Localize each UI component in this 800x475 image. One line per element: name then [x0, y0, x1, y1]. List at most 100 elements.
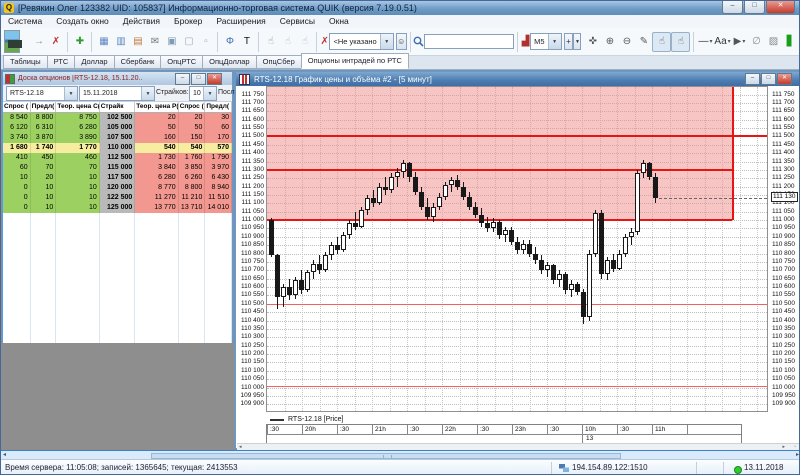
- price-cell[interactable]: 10: [30, 203, 57, 213]
- column-header[interactable]: Спрос (: [3, 102, 31, 112]
- price-cell[interactable]: 14 010: [205, 203, 232, 213]
- font-icon[interactable]: Aa ▾: [714, 33, 731, 51]
- price-cell[interactable]: 3 840: [135, 163, 179, 173]
- price-cell[interactable]: 450: [30, 153, 57, 163]
- price-cell[interactable]: 570: [205, 143, 232, 153]
- column-header[interactable]: Страйк: [100, 102, 136, 112]
- price-cell[interactable]: 20: [178, 113, 206, 123]
- chevron-down-icon[interactable]: ▼: [141, 87, 154, 100]
- price-cell[interactable]: 60: [3, 163, 31, 173]
- price-cell[interactable]: 3 890: [56, 133, 100, 143]
- hide-drawings-icon[interactable]: ∅: [748, 33, 765, 51]
- price-cell[interactable]: 11 210: [178, 193, 206, 203]
- price-cell[interactable]: 8 800: [30, 113, 57, 123]
- menu-расширения[interactable]: Расширения: [209, 15, 272, 28]
- price-cell[interactable]: 8 750: [56, 113, 100, 123]
- user-remove-icon[interactable]: ✗: [320, 33, 329, 51]
- table-row[interactable]: 1 680 1 740 1 770 110 000 540 540 570: [3, 143, 232, 153]
- calendar-window-icon[interactable]: ▦: [95, 33, 112, 51]
- chart-style-icon[interactable]: ▟: [521, 33, 530, 51]
- pan-icon[interactable]: ✜: [584, 33, 601, 51]
- close-button[interactable]: ✕: [766, 1, 795, 14]
- tab-таблицы[interactable]: Таблицы: [3, 55, 48, 69]
- price-cell[interactable]: 10: [56, 183, 100, 193]
- price-cell[interactable]: 8 540: [3, 113, 31, 123]
- menu-окна[interactable]: Окна: [322, 15, 356, 28]
- price-cell[interactable]: 0: [3, 203, 31, 213]
- options-board-titlebar[interactable]: Доска опционов [RTS-12.18, 15.11.20.. – …: [3, 72, 232, 85]
- hand-tilt-icon[interactable]: ☝: [279, 33, 296, 51]
- disconnect-icon[interactable]: ✗: [47, 33, 64, 51]
- table-row[interactable]: 410 450 460 112 500 1 730 1 760 1 790: [3, 153, 232, 163]
- timeframe-combo[interactable]: M5 ▼: [530, 33, 562, 50]
- tab-опцртс[interactable]: ОпцРТС: [160, 55, 204, 69]
- instrument-combo[interactable]: <Не указано ▼: [329, 33, 394, 50]
- price-cell[interactable]: 150: [178, 133, 206, 143]
- price-cell[interactable]: 6 280: [56, 123, 100, 133]
- price-cell[interactable]: 70: [30, 163, 57, 173]
- connect-icon[interactable]: →: [30, 33, 47, 51]
- minimize-button[interactable]: –: [745, 73, 760, 85]
- menu-сервисы[interactable]: Сервисы: [273, 15, 322, 28]
- text-tool-icon[interactable]: T: [238, 33, 255, 51]
- tab-опцдоллар[interactable]: ОпцДоллар: [202, 55, 257, 69]
- price-cell[interactable]: 1 680: [3, 143, 31, 153]
- tab-сбербанк[interactable]: Сбербанк: [113, 55, 162, 69]
- chevron-down-icon[interactable]: ▼: [547, 34, 561, 49]
- price-cell[interactable]: 8 940: [205, 183, 232, 193]
- strike-cell[interactable]: 107 500: [99, 133, 136, 143]
- price-cell[interactable]: 460: [56, 153, 100, 163]
- chevron-down-icon[interactable]: ▼: [64, 87, 77, 100]
- maximize-button[interactable]: □: [191, 73, 206, 85]
- price-cell[interactable]: 10: [3, 173, 31, 183]
- strike-cell[interactable]: 117 500: [99, 173, 136, 183]
- hand-up-icon[interactable]: ☝: [262, 33, 279, 51]
- price-cell[interactable]: 6 310: [30, 123, 57, 133]
- table-row[interactable]: 60 70 70 115 000 3 840 3 850 3 970: [3, 163, 232, 173]
- table-row[interactable]: 10 20 10 117 500 6 280 6 260 6 430: [3, 173, 232, 183]
- price-cell[interactable]: 60: [205, 123, 232, 133]
- tab-доллар[interactable]: Доллар: [74, 55, 115, 69]
- chevron-down-icon[interactable]: ▾: [742, 39, 745, 45]
- zoom-in-icon[interactable]: ⊕: [601, 33, 618, 51]
- table-row[interactable]: 3 740 3 870 3 890 107 500 160 150 170: [3, 133, 232, 143]
- price-cell[interactable]: 3 870: [30, 133, 57, 143]
- price-cell[interactable]: 10: [30, 183, 57, 193]
- strike-cell[interactable]: 125 000: [99, 203, 136, 213]
- search-input[interactable]: [424, 34, 515, 49]
- column-header[interactable]: Теор. цена С(: [56, 102, 100, 112]
- close-button[interactable]: ✕: [207, 73, 222, 85]
- price-cell[interactable]: 8 770: [135, 183, 179, 193]
- strike-cell[interactable]: 105 000: [99, 123, 136, 133]
- column-header[interactable]: Теор. цена Р(: [135, 102, 179, 112]
- column-header[interactable]: Предл(: [205, 102, 232, 112]
- price-cell[interactable]: 50: [178, 123, 206, 133]
- add-plot-dropdown[interactable]: ▼: [573, 33, 582, 50]
- strike-cell[interactable]: 122 500: [99, 193, 136, 203]
- zoom-out-icon[interactable]: ⊖: [618, 33, 635, 51]
- chart-scrollbar[interactable]: ◂ ▸ ▫: [237, 443, 799, 450]
- chart-titlebar[interactable]: RTS-12.18 График цены и объёма #2 - [5 м…: [236, 72, 799, 86]
- table-row[interactable]: 8 540 8 800 8 750 102 500 20 20 30: [3, 113, 232, 123]
- price-cell[interactable]: 540: [135, 143, 179, 153]
- menu-действия[interactable]: Действия: [116, 15, 167, 28]
- price-plot-area[interactable]: [266, 86, 768, 412]
- tab-опцсбер[interactable]: ОпцСбер: [255, 55, 302, 69]
- table-row[interactable]: 6 120 6 310 6 280 105 000 50 50 60: [3, 123, 232, 133]
- hands-pair-icon[interactable]: ☝: [296, 33, 313, 51]
- price-cell[interactable]: 1 730: [135, 153, 179, 163]
- price-cell[interactable]: 1 740: [30, 143, 57, 153]
- maximize-button[interactable]: □: [761, 73, 776, 85]
- price-cell[interactable]: 8 800: [178, 183, 206, 193]
- price-cell[interactable]: 540: [178, 143, 206, 153]
- price-cell[interactable]: 10: [56, 193, 100, 203]
- strike-cell[interactable]: 112 500: [99, 153, 136, 163]
- chevron-down-icon[interactable]: ▼: [379, 34, 393, 49]
- indicator-icon[interactable]: ▋: [782, 33, 799, 51]
- strike-cell[interactable]: 102 500: [99, 113, 136, 123]
- chevron-down-icon[interactable]: ▾: [710, 39, 713, 45]
- close-button[interactable]: ✕: [777, 73, 792, 85]
- price-cell[interactable]: 3 740: [3, 133, 31, 143]
- price-cell[interactable]: 6 430: [205, 173, 232, 183]
- search-window-icon[interactable]: ▣: [163, 33, 180, 51]
